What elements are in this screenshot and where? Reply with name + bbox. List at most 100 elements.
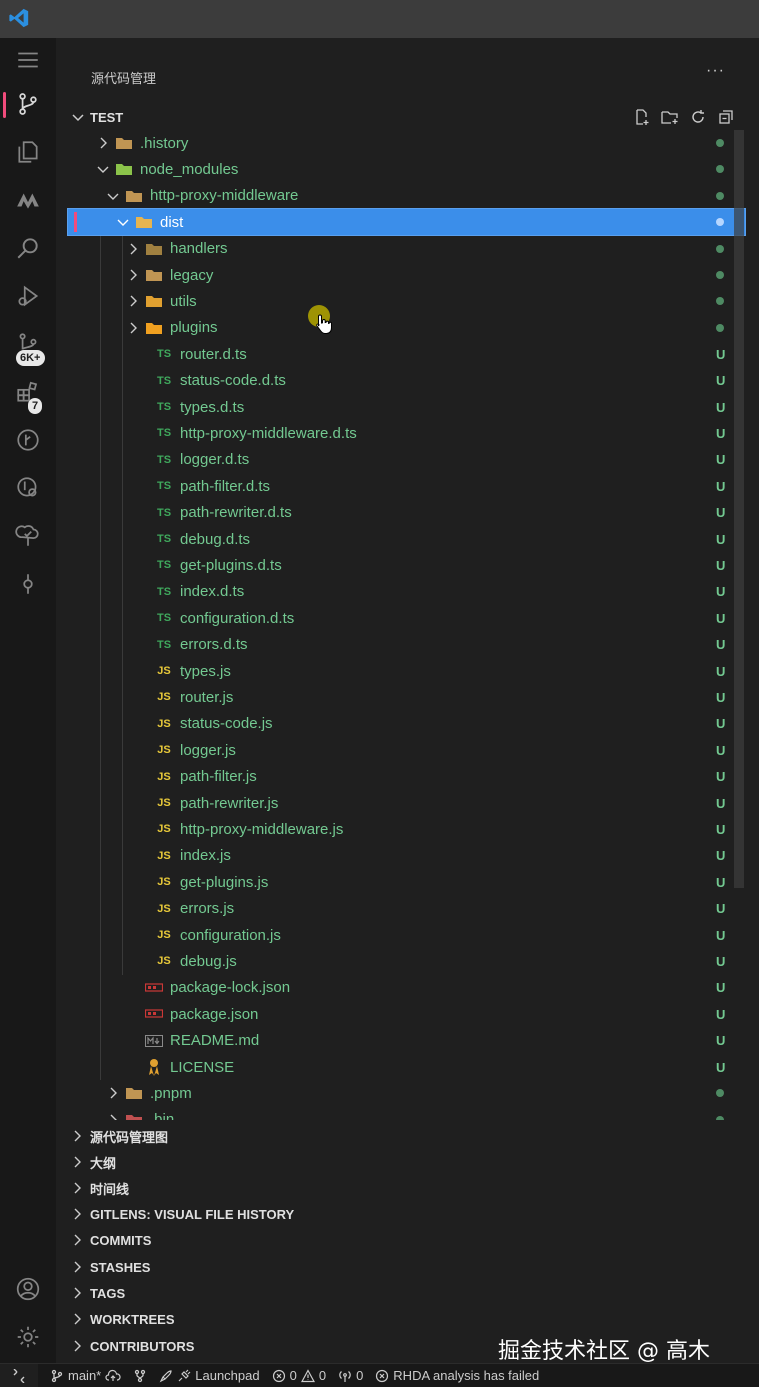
tree-item-label: configuration.js (180, 926, 281, 944)
tree-row[interactable]: .history (56, 130, 746, 156)
tree-row[interactable]: TS path-rewriter.d.ts U (56, 500, 746, 526)
testing-tree-icon[interactable] (0, 514, 56, 558)
panel-header[interactable]: COMMITS (70, 1227, 151, 1253)
untracked-badge: U (716, 1006, 726, 1022)
tree-row[interactable]: .bin (56, 1107, 746, 1120)
tree-row[interactable]: JS index.js U (56, 843, 746, 869)
panel-header[interactable]: GITLENS: VISUAL FILE HISTORY (70, 1201, 294, 1227)
chevron-right-icon (130, 269, 137, 281)
branch-name: main* (68, 1368, 102, 1383)
tree-item-label: get-plugins.d.ts (180, 556, 282, 574)
problems-status[interactable]: 0 0 (272, 1368, 326, 1383)
rhda-status[interactable]: RHDA analysis has failed (375, 1368, 539, 1383)
tree-row-selected[interactable]: dist (67, 208, 746, 237)
tree-row[interactable]: TS debug.d.ts U (56, 526, 746, 552)
panel-header[interactable]: TAGS (70, 1280, 125, 1306)
tree-row[interactable]: JS router.js U (56, 684, 746, 710)
javascript-icon: JS (157, 849, 171, 862)
tree-row[interactable]: TS router.d.ts U (56, 341, 746, 367)
git-graph-status-icon[interactable] (133, 1369, 147, 1383)
tree-row[interactable]: .pnpm (56, 1080, 746, 1106)
tree-item-label: logger.js (180, 741, 236, 759)
untracked-badge: U (716, 769, 726, 785)
tree-row[interactable]: JS path-filter.js U (56, 764, 746, 790)
tree-row[interactable]: LICENSE U (56, 1054, 746, 1080)
tree-row[interactable]: TS path-filter.d.ts U (56, 473, 746, 499)
tree-item-label: http-proxy-middleware.d.ts (180, 424, 357, 442)
npm-icon (144, 1005, 164, 1023)
tree-row[interactable]: plugins (56, 315, 746, 341)
remote-indicator-icon[interactable] (0, 1363, 38, 1387)
source-control-icon[interactable] (0, 82, 56, 126)
ports-status[interactable]: 0 (338, 1368, 363, 1383)
tree-row[interactable]: TS get-plugins.d.ts U (56, 552, 746, 578)
tree-row[interactable]: README.md U (56, 1028, 746, 1054)
explorer-icon[interactable] (0, 130, 56, 174)
branch-status[interactable]: main* (50, 1368, 121, 1383)
section-actions (631, 106, 737, 128)
panel-header[interactable]: WORKTREES (70, 1306, 175, 1332)
panel-header[interactable]: 时间线 (70, 1175, 129, 1201)
tree-row[interactable]: http-proxy-middleware (56, 183, 746, 209)
panel-header[interactable]: STASHES (70, 1254, 150, 1280)
tree-row[interactable]: TS http-proxy-middleware.d.ts U (56, 420, 746, 446)
collapse-all-icon[interactable] (715, 106, 737, 128)
tree-row[interactable]: legacy (56, 262, 746, 288)
launchpad-status[interactable]: Launchpad (159, 1368, 260, 1383)
status-dot (716, 244, 724, 253)
new-folder-icon[interactable] (659, 106, 681, 128)
tree-item-label: status-code.js (180, 715, 273, 733)
mind-map-icon[interactable] (0, 178, 56, 222)
tree-row[interactable]: TS index.d.ts U (56, 579, 746, 605)
search-icon[interactable] (0, 226, 56, 270)
folder-bin-icon (124, 1111, 144, 1120)
untracked-badge: U (716, 663, 726, 679)
tree-row[interactable]: node_modules (56, 156, 746, 182)
panel-header[interactable]: 大纲 (70, 1149, 116, 1175)
new-file-icon[interactable] (631, 106, 653, 128)
tree-scrollbar[interactable] (734, 130, 744, 888)
tree-row[interactable]: handlers (56, 236, 746, 262)
account-icon[interactable] (0, 1267, 56, 1311)
tree-row[interactable]: package.json U (56, 1001, 746, 1027)
license-icon (144, 1058, 164, 1076)
run-debug-icon[interactable] (0, 274, 56, 318)
tree-row[interactable]: JS debug.js U (56, 948, 746, 974)
tree-row[interactable]: JS status-code.js U (56, 711, 746, 737)
tree-row[interactable]: JS logger.js U (56, 737, 746, 763)
tree-row[interactable]: TS logger.d.ts U (56, 447, 746, 473)
tree-row[interactable]: JS types.js U (56, 658, 746, 684)
panel-header[interactable]: 源代码管理图 (70, 1123, 168, 1149)
tree-row[interactable]: package-lock.json U (56, 975, 746, 1001)
section-header-test[interactable]: TEST (70, 105, 123, 129)
more-actions-icon[interactable]: ··· (706, 62, 725, 80)
commit-icon[interactable] (0, 562, 56, 606)
chevron-right-icon (74, 1287, 81, 1299)
tree-row[interactable]: TS types.d.ts U (56, 394, 746, 420)
status-dot (716, 323, 724, 332)
remote-explorer-icon[interactable] (0, 466, 56, 510)
tree-row[interactable]: JS path-rewriter.js U (56, 790, 746, 816)
tree-item-label: handlers (170, 240, 228, 258)
tree-row[interactable]: JS errors.js U (56, 896, 746, 922)
tree-row[interactable]: TS errors.d.ts U (56, 632, 746, 658)
tree-row[interactable]: JS configuration.js U (56, 922, 746, 948)
error-icon (272, 1369, 285, 1382)
menu-icon[interactable] (0, 38, 56, 82)
tree-row[interactable]: TS configuration.d.ts U (56, 605, 746, 631)
untracked-badge: U (716, 795, 726, 811)
tree-row[interactable]: utils (56, 288, 746, 314)
untracked-badge: U (716, 901, 726, 917)
settings-gear-icon[interactable] (0, 1315, 56, 1359)
tree-row[interactable]: TS status-code.d.ts U (56, 368, 746, 394)
gitlens-icon[interactable] (0, 418, 56, 462)
untracked-badge: U (716, 425, 726, 441)
panel-header[interactable]: CONTRIBUTORS (70, 1333, 194, 1359)
javascript-icon: JS (157, 876, 171, 889)
folder-plugins-icon (144, 319, 164, 337)
tree-row[interactable]: JS http-proxy-middleware.js U (56, 816, 746, 842)
chevron-right-icon (100, 137, 107, 149)
refresh-icon[interactable] (687, 106, 709, 128)
tree-item-label: .history (140, 134, 189, 152)
tree-row[interactable]: JS get-plugins.js U (56, 869, 746, 895)
